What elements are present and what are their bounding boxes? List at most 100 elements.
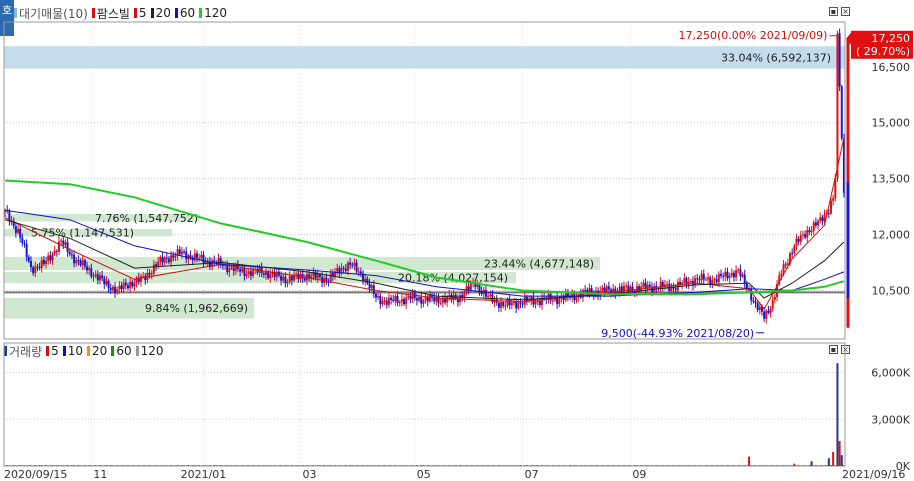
volume-bar (758, 465, 761, 466)
volume-bar (728, 465, 731, 466)
volume-bar (295, 465, 298, 466)
volume-bar (584, 465, 587, 466)
volume-bar (224, 465, 227, 466)
candle-body (381, 300, 384, 305)
candle-body (575, 297, 578, 301)
candle-body (713, 279, 716, 281)
volume-bar (187, 465, 190, 466)
volume-bar (515, 465, 518, 466)
volume-bar (452, 465, 455, 466)
candle-body (612, 288, 615, 294)
volume-bar (236, 465, 239, 466)
candle-body (644, 282, 647, 289)
volume-bar (508, 465, 511, 466)
candle-body (607, 286, 610, 290)
candle-body (17, 228, 20, 233)
volume-bar (420, 465, 423, 466)
volume-bar (62, 465, 65, 466)
candle-body (32, 267, 35, 273)
volume-bar (737, 465, 740, 466)
candle-body (758, 306, 761, 310)
volume-bar (814, 465, 817, 466)
candle-body (722, 275, 725, 277)
volume-bar (655, 465, 658, 466)
candle-body (81, 260, 84, 266)
volume-bar (635, 465, 638, 466)
volume-bar (6, 465, 9, 466)
volume-bar (372, 465, 375, 466)
volume-bar (258, 465, 261, 466)
volume-bar (159, 465, 162, 466)
candle-body (88, 268, 91, 271)
candle-body (265, 271, 268, 275)
candle-body (262, 273, 265, 275)
min-annotation: 9,500(-44.93% 2021/08/20) (601, 327, 754, 340)
volume-bar (155, 465, 158, 466)
volume-bar (316, 465, 319, 466)
volume-bar (370, 465, 373, 466)
volume-bar (284, 465, 287, 466)
volume-bar (597, 465, 600, 466)
volume-bar (472, 465, 475, 466)
volume-bar (34, 465, 37, 466)
volume-bar (131, 465, 134, 466)
candle-body (51, 254, 54, 261)
candle-body (732, 272, 735, 278)
candle-body (603, 287, 606, 293)
candle-body (735, 270, 738, 278)
volume-bar (148, 465, 151, 466)
candle-body (282, 276, 285, 281)
volume-bar (769, 465, 772, 466)
candle-body (730, 272, 733, 276)
volume-bar (525, 465, 528, 466)
candle-body (728, 275, 731, 279)
volume-bar (448, 465, 451, 466)
volume-bar (277, 465, 280, 466)
volume-bar (29, 465, 32, 466)
candle-body (170, 255, 173, 263)
volume-bar (819, 465, 822, 466)
volume-bar (450, 465, 453, 466)
candle-body (344, 268, 347, 271)
volume-bar (480, 465, 483, 466)
candle-body (241, 268, 244, 272)
candle-body (806, 229, 809, 238)
candle-body (53, 250, 56, 255)
price-tick-label: 16,500 (872, 61, 911, 74)
volume-bar (739, 465, 742, 466)
volume-bar (213, 465, 216, 466)
candle-body (120, 285, 123, 290)
candle-body (392, 299, 395, 301)
volume-bar (689, 465, 692, 466)
candle-body (497, 302, 500, 308)
volume-bar (754, 465, 757, 466)
volume-bar (88, 465, 91, 466)
volume-bar (465, 465, 468, 466)
candle-body (538, 300, 541, 306)
candle-body (411, 292, 414, 299)
candle-body (515, 302, 518, 309)
volume-bar (398, 465, 401, 466)
candle-body (791, 253, 794, 255)
candle-body (765, 310, 768, 319)
candle-body (827, 213, 830, 215)
candle-body (75, 260, 78, 264)
candle-body (357, 271, 360, 273)
candle-body (288, 276, 291, 282)
candle-body (601, 287, 604, 291)
candle-body (743, 274, 746, 284)
candle-body (25, 244, 28, 257)
volume-bar (616, 465, 619, 466)
volume-bar (715, 465, 718, 466)
volume-tick-label: 6,000K (871, 367, 910, 380)
candle-body (185, 251, 188, 260)
candle-body (155, 264, 158, 267)
candle-body (165, 257, 168, 259)
candle-body (424, 297, 427, 301)
candle-body (301, 274, 304, 279)
volume-bar (504, 465, 507, 466)
volume-bar (741, 465, 744, 466)
volume-bar (262, 465, 265, 466)
volume-bar (799, 465, 802, 466)
candle-body (57, 241, 60, 252)
